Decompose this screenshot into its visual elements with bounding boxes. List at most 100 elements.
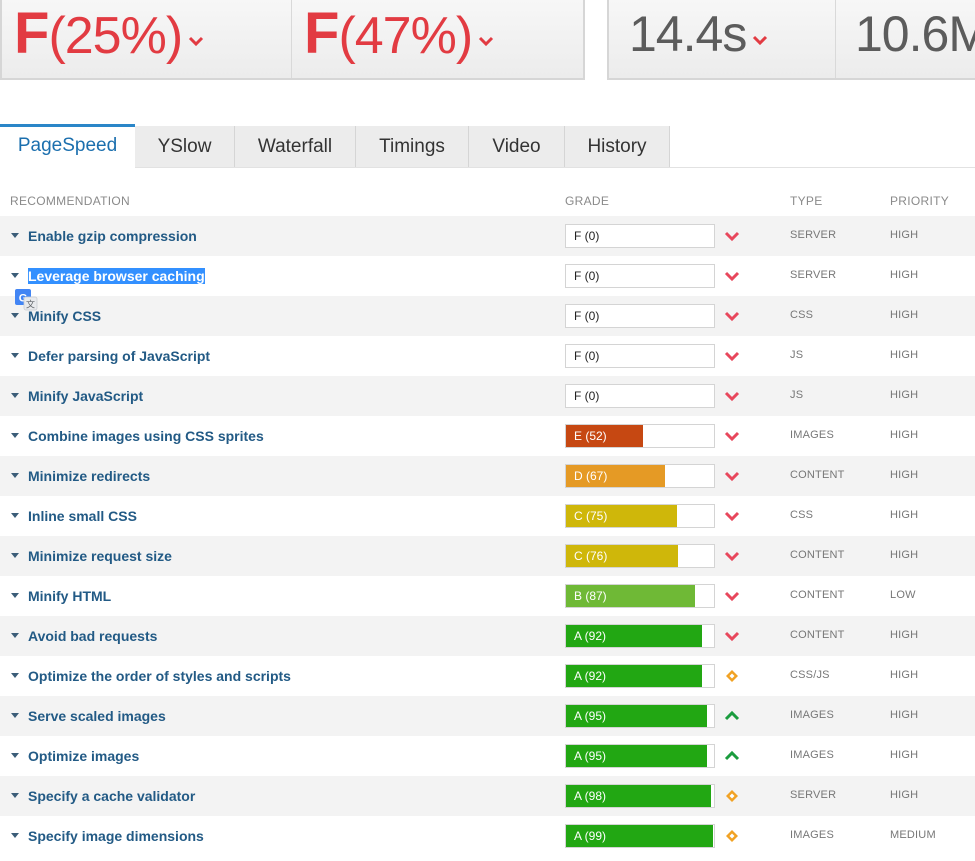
recommendation-name[interactable]: Combine images using CSS sprites (28, 428, 264, 444)
caret-down-icon[interactable] (11, 633, 19, 638)
google-translate-icon[interactable]: G 文 (14, 288, 38, 312)
recommendation-name[interactable]: Optimize the order of styles and scripts (28, 668, 291, 684)
grade-bar: A (95) (565, 704, 715, 728)
caret-down-icon[interactable] (11, 473, 19, 478)
caret-down-icon[interactable] (11, 353, 19, 358)
yslow-score: F(47%) (304, 2, 494, 66)
table-row[interactable]: Optimize images A (95) IMAGES HIGH (0, 736, 975, 776)
table-row[interactable]: Leverage browser caching F (0) SERVER HIGH (0, 256, 975, 296)
table-row[interactable]: Minify CSS F (0) CSS HIGH (0, 296, 975, 336)
recommendation-type: IMAGES (790, 709, 834, 721)
grade-bar: F (0) (565, 264, 715, 288)
table-row[interactable]: Minimize request size C (76) CONTENT HIGH (0, 536, 975, 576)
recommendation-priority: HIGH (890, 389, 919, 401)
grade-bar: F (0) (565, 384, 715, 408)
recommendation-priority: HIGH (890, 629, 919, 641)
recommendation-name[interactable]: Specify image dimensions (28, 828, 204, 844)
recommendation-type: SERVER (790, 269, 837, 281)
table-row[interactable]: Combine images using CSS sprites E (52) IM… (0, 416, 975, 456)
table-row[interactable]: Enable gzip compression F (0) SERVER HIGH (0, 216, 975, 256)
caret-down-icon[interactable] (11, 513, 19, 518)
pagespeed-grade-value: (25%) (48, 7, 183, 65)
header-grade[interactable]: GRADE (565, 194, 609, 208)
recommendation-priority: HIGH (890, 469, 919, 481)
tab-history[interactable]: History (565, 126, 670, 167)
recommendation-priority: HIGH (890, 509, 919, 521)
tab-pagespeed[interactable]: PageSpeed (0, 124, 135, 168)
grade-label: D (67) (574, 469, 608, 483)
table-row[interactable]: Serve scaled images A (95) IMAGES HIGH (0, 696, 975, 736)
header-recommendation[interactable]: RECOMMENDATION (10, 194, 130, 208)
caret-down-icon[interactable] (11, 313, 19, 318)
header-type[interactable]: TYPE (790, 194, 823, 208)
score-summary: F(25%) F(47%) 14.4s 10.6M (0, 0, 975, 86)
grade-label: A (95) (574, 709, 607, 723)
caret-down-icon[interactable] (11, 393, 19, 398)
table-row[interactable]: Specify image dimensions A (99) IMAGES MEDI… (0, 816, 975, 856)
tab-timings[interactable]: Timings (356, 126, 469, 167)
grade-label: A (95) (574, 749, 607, 763)
recommendation-priority: MEDIUM (890, 829, 936, 841)
caret-down-icon[interactable] (11, 233, 19, 238)
tab-waterfall[interactable]: Waterfall (235, 126, 356, 167)
table-row[interactable]: Avoid bad requests A (92) CONTENT HIGH (0, 616, 975, 656)
recommendation-type: SERVER (790, 229, 837, 241)
chevron-down-icon (724, 549, 740, 563)
caret-down-icon[interactable] (11, 273, 19, 278)
caret-down-icon[interactable] (11, 833, 19, 838)
diamond-icon (724, 669, 740, 683)
tab-yslow[interactable]: YSlow (135, 126, 235, 167)
recommendation-name[interactable]: Defer parsing of JavaScript (28, 348, 210, 364)
recommendation-priority: HIGH (890, 749, 919, 761)
recommendation-name[interactable]: Minimize redirects (28, 468, 150, 484)
table-row[interactable]: Specify a cache validator A (98) SERVER HIG… (0, 776, 975, 816)
chevron-down-icon (724, 509, 740, 523)
report-tabs: PageSpeed YSlow Waterfall Timings Video … (0, 124, 975, 168)
tab-video[interactable]: Video (469, 126, 565, 167)
grade-card: F(25%) F(47%) (0, 0, 585, 80)
recommendation-type: CONTENT (790, 469, 845, 481)
table-row[interactable]: Minimize redirects D (67) CONTENT HIGH (0, 456, 975, 496)
table-row[interactable]: Minify HTML B (87) CONTENT LOW (0, 576, 975, 616)
table-row[interactable]: Defer parsing of JavaScript F (0) JS HIGH (0, 336, 975, 376)
recommendation-name[interactable]: Inline small CSS (28, 508, 137, 524)
svg-text:文: 文 (26, 299, 35, 311)
grade-bar: C (75) (565, 504, 715, 528)
caret-down-icon[interactable] (11, 593, 19, 598)
table-row[interactable]: Inline small CSS C (75) CSS HIGH (0, 496, 975, 536)
caret-down-icon[interactable] (11, 753, 19, 758)
card-divider (835, 0, 836, 78)
recommendation-list: Enable gzip compression F (0) SERVER HIGH Le… (0, 216, 975, 856)
recommendation-priority: HIGH (890, 349, 919, 361)
recommendation-priority: LOW (890, 589, 916, 601)
caret-down-icon[interactable] (11, 433, 19, 438)
caret-down-icon[interactable] (11, 553, 19, 558)
recommendation-type: SERVER (790, 789, 837, 801)
recommendation-name[interactable]: Enable gzip compression (28, 228, 197, 244)
header-priority[interactable]: PRIORITY (890, 194, 949, 208)
chevron-down-icon (188, 0, 204, 61)
grade-label: A (99) (574, 829, 607, 843)
recommendation-name[interactable]: Minify CSS (28, 308, 101, 324)
caret-down-icon[interactable] (11, 793, 19, 798)
recommendation-name[interactable]: Avoid bad requests (28, 628, 157, 644)
grade-label: A (92) (574, 629, 607, 643)
recommendation-name[interactable]: Optimize images (28, 748, 139, 764)
caret-down-icon[interactable] (11, 713, 19, 718)
grade-bar: D (67) (565, 464, 715, 488)
recommendation-name[interactable]: Specify a cache validator (28, 788, 195, 804)
load-time-value: 14.4s (629, 6, 747, 62)
recommendation-name[interactable]: Minify HTML (28, 588, 111, 604)
recommendation-name[interactable]: Serve scaled images (28, 708, 166, 724)
grade-label: F (0) (574, 269, 600, 283)
recommendation-priority: HIGH (890, 229, 919, 241)
table-row[interactable]: Minify JavaScript F (0) JS HIGH (0, 376, 975, 416)
caret-down-icon[interactable] (11, 673, 19, 678)
recommendation-name[interactable]: Leverage browser caching (28, 268, 205, 284)
recommendation-name[interactable]: Minify JavaScript (28, 388, 143, 404)
table-row[interactable]: Optimize the order of styles and scripts… (0, 656, 975, 696)
card-divider (291, 0, 292, 78)
grade-bar: F (0) (565, 224, 715, 248)
page-size-score: 10.6M (855, 2, 975, 66)
recommendation-name[interactable]: Minimize request size (28, 548, 172, 564)
